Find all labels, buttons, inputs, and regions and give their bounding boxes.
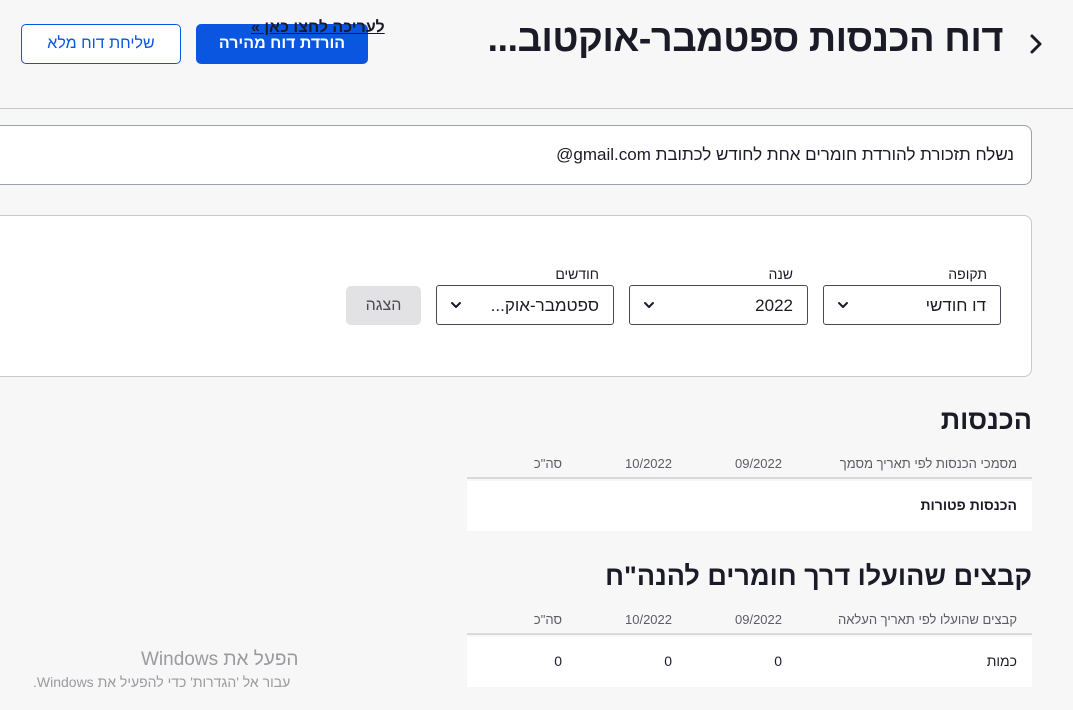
chevron-down-icon [449, 297, 463, 313]
year-value: 2022 [755, 296, 793, 315]
column-header: מסמכי הכנסות לפי תאריך מסמך [839, 456, 1017, 471]
chevron-down-icon [642, 297, 656, 313]
column-header: סה"כ [533, 456, 562, 471]
months-label: חודשים [555, 266, 599, 282]
column-header: 10/2022 [625, 612, 672, 627]
send-full-report-button[interactable]: שליחת דוח מלא [21, 24, 181, 64]
header-divider [0, 108, 1073, 109]
edit-link[interactable]: לעריכה לחצו כאן » [251, 19, 385, 37]
cell-sep: 0 [774, 653, 782, 669]
months-select[interactable]: ספטמבר-אוק... [436, 285, 614, 325]
show-button[interactable]: הצגה [346, 286, 421, 325]
row-label: כמות [986, 653, 1017, 669]
year-select[interactable]: 2022 [629, 285, 808, 325]
windows-activation-subtitle: עבור אל 'הגדרות' כדי להפעיל את Windows. [33, 674, 291, 690]
table-row: כמות 0 0 0 [467, 637, 1032, 687]
income-section-title: הכנסות [940, 405, 1032, 435]
cell-oct: 0 [664, 653, 672, 669]
cell-total: 0 [554, 653, 562, 669]
chevron-right-icon[interactable] [1024, 30, 1048, 58]
row-label: הכנסות פטורות [920, 497, 1017, 513]
chevron-down-icon [836, 297, 850, 313]
period-value: דו חודשי [925, 296, 986, 315]
year-label: שנה [768, 266, 793, 282]
reminder-notice: נשלח תזכורת להורדת חומרים אחת לחודש לכתו… [0, 125, 1032, 185]
income-table-header: מסמכי הכנסות לפי תאריך מסמך 09/2022 10/2… [467, 453, 1032, 479]
windows-activation-title: הפעל את Windows [141, 649, 299, 670]
column-header: 09/2022 [735, 456, 782, 471]
period-select[interactable]: דו חודשי [823, 285, 1001, 325]
table-row: הכנסות פטורות [467, 481, 1032, 531]
column-header: 10/2022 [625, 456, 672, 471]
uploads-section-title: קבצים שהועלו דרך חומרים להנה"ח [605, 561, 1032, 591]
notice-text: נשלח תזכורת להורדת חומרים אחת לחודש לכתו… [556, 145, 1014, 164]
months-value: ספטמבר-אוק... [490, 296, 599, 315]
period-label: תקופה [948, 266, 987, 282]
uploads-table-header: קבצים שהועלו לפי תאריך העלאה 09/2022 10/… [467, 609, 1032, 635]
page-title: דוח הכנסות ספטמבר-אוקטוב... [487, 18, 1003, 60]
column-header: סה"כ [533, 612, 562, 627]
column-header: 09/2022 [735, 612, 782, 627]
column-header: קבצים שהועלו לפי תאריך העלאה [837, 612, 1017, 627]
